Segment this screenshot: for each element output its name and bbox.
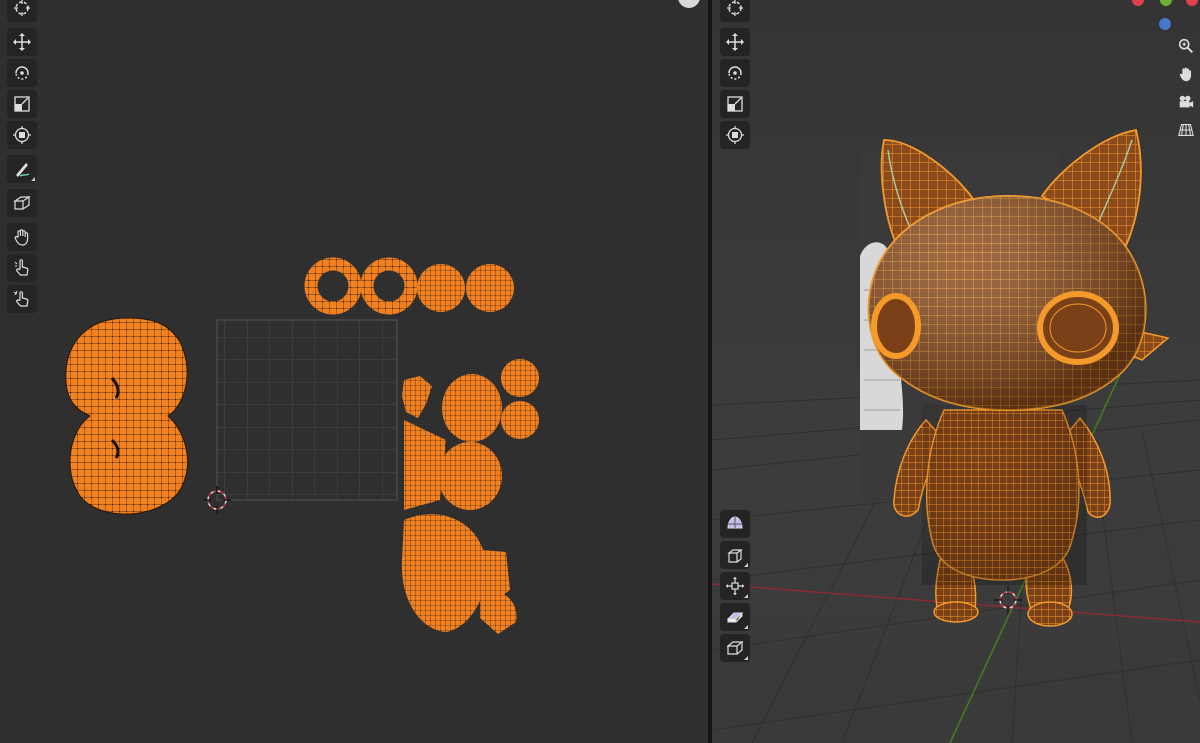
spin-icon	[726, 577, 744, 595]
cursor-icon	[14, 0, 30, 16]
grab-tool[interactable]	[7, 223, 37, 251]
rotate-icon	[728, 66, 742, 80]
move-icon	[726, 33, 744, 51]
move-tool[interactable]	[7, 28, 37, 56]
zoom-icon	[1178, 38, 1194, 54]
extrude-tool[interactable]	[720, 541, 750, 569]
pencil-icon	[16, 163, 30, 177]
navigation-gizmo	[1174, 34, 1198, 142]
loop-cut-tool[interactable]	[720, 510, 750, 538]
perspective-toggle-button[interactable]	[1174, 118, 1198, 142]
uv-island-body-parts[interactable]	[401, 359, 539, 634]
spin-tool[interactable]	[720, 572, 750, 600]
pan-button[interactable]	[1174, 62, 1198, 86]
cursor-tool[interactable]	[7, 0, 37, 22]
pinch-tool[interactable]	[7, 285, 37, 313]
rotate-icon	[15, 66, 29, 80]
viewport-edit-toolbar	[720, 510, 750, 668]
cursor-icon	[727, 0, 743, 16]
viewport-canvas[interactable]	[712, 0, 1200, 743]
rotate-tool[interactable]	[7, 59, 37, 87]
uv-toolbar	[7, 0, 37, 319]
uv-island-head[interactable]	[65, 317, 188, 515]
uv-grid	[216, 319, 398, 501]
zoom-button[interactable]	[1174, 34, 1198, 58]
annotate-tool[interactable]	[7, 155, 37, 183]
grid-perspective-icon	[1178, 124, 1194, 136]
blender-window	[0, 0, 1200, 743]
inset-icon	[726, 641, 744, 655]
hand-pan-icon	[1179, 67, 1192, 82]
uv-editor-area[interactable]	[0, 0, 708, 743]
scale-tool[interactable]	[720, 90, 750, 118]
move-icon	[13, 33, 31, 51]
relax-tool[interactable]	[7, 254, 37, 282]
scale-tool[interactable]	[7, 90, 37, 118]
camera-icon	[1179, 95, 1194, 108]
inset-tool[interactable]	[720, 634, 750, 662]
transform-icon	[13, 126, 31, 144]
left-eye-ring[interactable]	[871, 293, 921, 359]
scale-icon	[727, 96, 743, 112]
shear-tool[interactable]	[720, 603, 750, 631]
scale-icon	[14, 96, 30, 112]
pointing-hand-icon	[14, 259, 29, 276]
rip-region-tool[interactable]	[7, 189, 37, 217]
move-tool[interactable]	[720, 28, 750, 56]
loop-cut-icon	[727, 516, 743, 529]
3d-cursor[interactable]	[994, 586, 1022, 614]
character-mesh[interactable]	[867, 128, 1170, 627]
transform-tool[interactable]	[720, 121, 750, 149]
cursor-tool[interactable]	[720, 0, 750, 22]
transform-tool[interactable]	[7, 121, 37, 149]
transform-icon	[726, 126, 744, 144]
hand-icon	[14, 229, 29, 246]
extrude-icon	[727, 549, 743, 563]
z-axis-gizmo[interactable]	[1159, 18, 1171, 30]
rip-region-icon	[13, 196, 31, 210]
3d-viewport-area[interactable]	[712, 0, 1200, 743]
uv-canvas[interactable]	[0, 0, 708, 743]
uv-island-eye-rings[interactable]	[304, 257, 514, 315]
pinch-hand-icon	[13, 290, 29, 307]
rotate-tool[interactable]	[720, 59, 750, 87]
camera-view-button[interactable]	[1174, 90, 1198, 114]
shear-icon	[726, 612, 744, 623]
viewport-toolbar	[720, 0, 750, 155]
